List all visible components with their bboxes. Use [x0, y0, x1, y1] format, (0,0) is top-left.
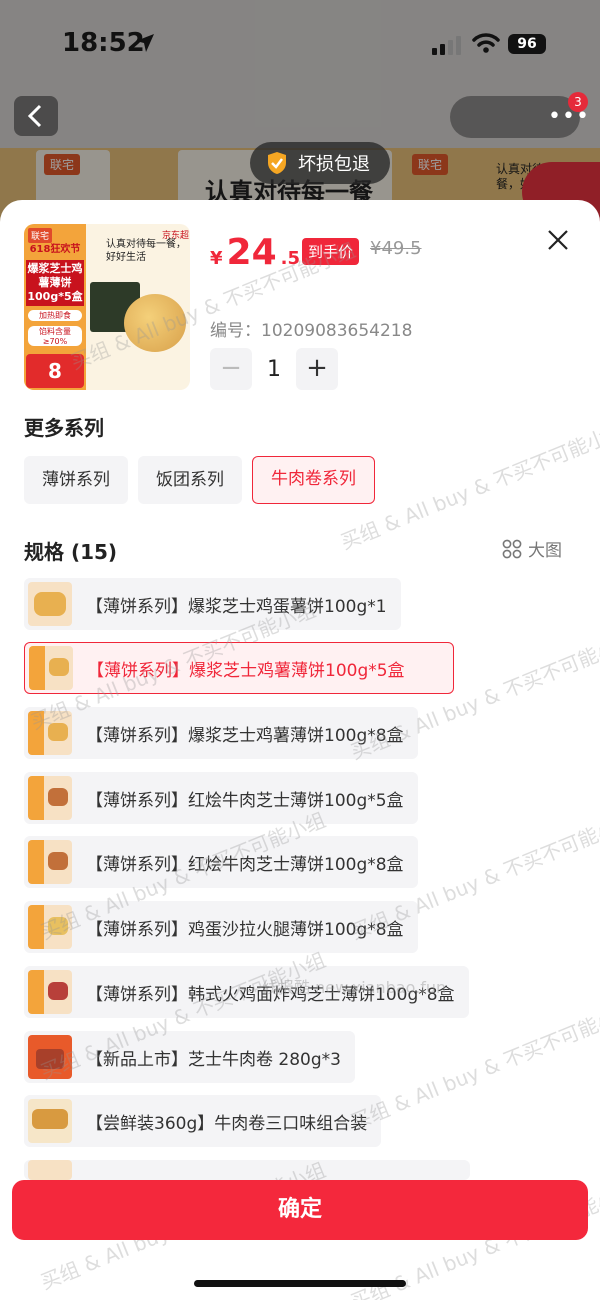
spec-label: 【尝鲜装360g】牛肉卷三口味组合装	[86, 1113, 368, 1134]
spec-option[interactable]: 【薄饼系列】爆浆芝士鸡蛋薯饼100g*1	[24, 578, 401, 630]
product-thumbnail[interactable]: 联宅 618狂欢节 爆浆芝士鸡薯薄饼100g*5盒 加热即食 馅料含量≥70% …	[24, 224, 190, 390]
more-series-title: 更多系列	[24, 416, 104, 440]
confirm-button[interactable]: 确定	[12, 1180, 588, 1240]
home-indicator[interactable]	[194, 1280, 406, 1287]
thumb-tag: 馅料含量≥70%	[28, 326, 82, 346]
spec-thumbnail	[28, 1099, 72, 1143]
back-button[interactable]	[14, 96, 58, 136]
spec-thumbnail	[28, 1160, 72, 1180]
status-time: 18:52	[62, 28, 145, 58]
series-chip-pancake[interactable]: 薄饼系列	[24, 456, 128, 504]
spec-thumbnail	[28, 582, 72, 626]
status-bar: 18:52 96	[0, 0, 600, 90]
thumb-slogan: 认真对待每一餐，好好生活	[106, 239, 186, 263]
price-integer: 24	[226, 232, 277, 273]
wifi-icon	[472, 33, 500, 53]
watermark: 买组 & All buy & 不买不可能小组	[337, 417, 600, 555]
close-icon	[548, 230, 568, 250]
series-chip-rice-ball[interactable]: 饭团系列	[138, 456, 242, 504]
quantity-value[interactable]: 1	[262, 357, 286, 382]
spec-thumbnail	[29, 646, 73, 690]
spec-thumbnail	[28, 840, 72, 884]
cellular-signal-icon	[432, 36, 461, 55]
spec-label: 【薄饼系列】爆浆芝士鸡薯薄饼100g*8盒	[86, 725, 404, 746]
series-chip-beef-roll[interactable]: 牛肉卷系列	[252, 456, 375, 504]
price-currency: ¥	[210, 248, 223, 269]
battery-indicator: 96	[508, 34, 546, 54]
spec-option[interactable]: 【薄饼系列】红烩牛肉芝士薄饼100g*8盒	[24, 836, 418, 888]
spec-thumbnail	[28, 1035, 72, 1079]
original-price: ¥49.5	[370, 238, 422, 259]
spec-option[interactable]: 【薄饼系列】红烩牛肉芝士薄饼100g*5盒	[24, 772, 418, 824]
spec-title: 规格 (15)	[24, 540, 118, 564]
big-image-toggle[interactable]: 大图	[502, 536, 562, 561]
site-watermark: 线报酷 new.xianbao.fun	[262, 978, 447, 997]
spec-thumbnail	[28, 905, 72, 949]
sku-selector-sheet: 联宅 618狂欢节 爆浆芝士鸡薯薄饼100g*5盒 加热即食 馅料含量≥70% …	[0, 200, 600, 1300]
quantity-stepper: − 1 +	[210, 348, 338, 390]
spec-label: 【薄饼系列】红烩牛肉芝士薄饼100g*8盒	[86, 854, 404, 875]
guarantee-pill: 坏损包退	[250, 142, 390, 184]
big-image-label: 大图	[528, 541, 562, 561]
series-options: 薄饼系列 饭团系列 牛肉卷系列	[24, 456, 375, 504]
close-button[interactable]	[544, 226, 572, 254]
spec-option[interactable]: 【薄饼系列】爆浆芝士鸡薯薄饼100g*8盒	[24, 707, 418, 759]
spec-label: 【薄饼系列】爆浆芝士鸡蛋薯饼100g*1	[86, 596, 387, 617]
spec-thumbnail	[28, 970, 72, 1014]
increase-quantity-button[interactable]: +	[296, 348, 338, 390]
spec-option[interactable]: 【新品上市】芝士牛肉卷 280g*3	[24, 1031, 355, 1083]
spec-label: 【薄饼系列】鸡蛋沙拉火腿薄饼100g*8盒	[86, 919, 404, 940]
shield-check-icon	[268, 152, 286, 174]
thumb-price: 8	[26, 354, 84, 388]
spec-option[interactable]: 【尝鲜装360g】牛肉卷三口味组合装	[24, 1095, 382, 1147]
thumb-product-name: 爆浆芝士鸡薯薄饼100g*5盒	[26, 260, 84, 306]
price-decimal: .5	[280, 248, 301, 269]
spec-label: 【薄饼系列】爆浆芝士鸡薯薄饼100g*5盒	[87, 660, 405, 681]
decrease-quantity-button[interactable]: −	[210, 348, 252, 390]
price-display: ¥ 24 .5	[210, 232, 300, 273]
spec-option[interactable]: 【薄饼系列】鸡蛋沙拉火腿薄饼100g*8盒	[24, 901, 418, 953]
spec-label: 【新品上市】芝士牛肉卷 280g*3	[86, 1049, 341, 1070]
guarantee-label: 坏损包退	[298, 154, 370, 175]
thumb-food-image	[124, 294, 186, 352]
spec-thumbnail	[28, 711, 72, 755]
thumb-festival: 618狂欢节	[29, 244, 81, 255]
cart-count-badge: 3	[568, 92, 588, 112]
grid-view-icon	[502, 539, 522, 558]
sku-code: 编号：10209083654218	[210, 321, 413, 341]
location-arrow-icon	[136, 34, 154, 52]
back-chevron-icon	[27, 104, 42, 128]
thumb-tag: 加热即食	[28, 310, 82, 321]
spec-option-partial[interactable]	[24, 1160, 470, 1180]
thumb-logo: 联宅	[28, 228, 53, 243]
final-price-tag: 到手价	[302, 238, 360, 265]
spec-label: 【薄饼系列】红烩牛肉芝士薄饼100g*5盒	[86, 790, 404, 811]
spec-thumbnail	[28, 776, 72, 820]
spec-option-selected[interactable]: 【薄饼系列】爆浆芝士鸡薯薄饼100g*5盒	[24, 642, 454, 694]
